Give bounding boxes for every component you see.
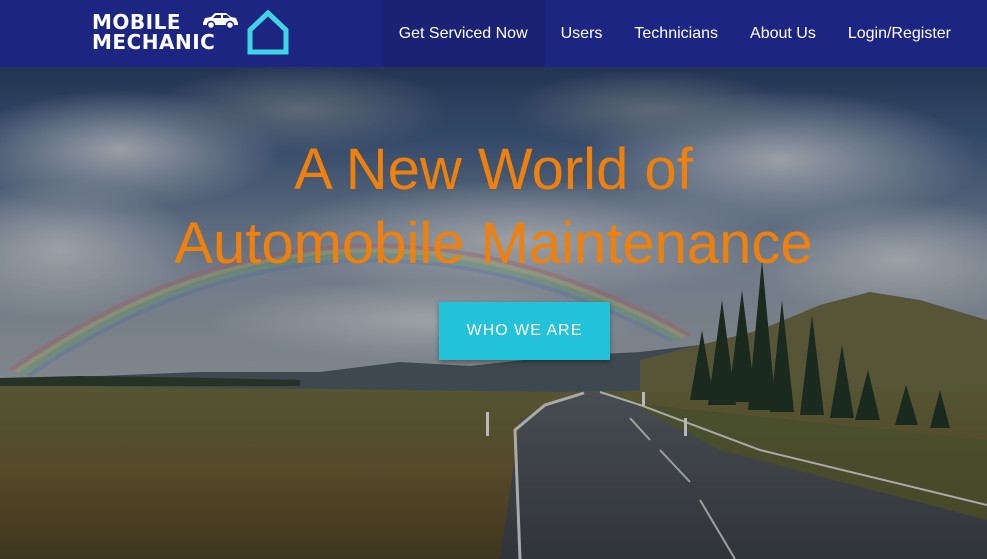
top-navbar: MOBILE MECHANIC Get Serviced Now Users T… [0,0,987,67]
car-icon [203,13,238,30]
hero-headline: A New World of Automobile Maintenance [0,133,987,281]
hero-headline-line2: Automobile Maintenance [174,211,813,276]
hero-headline-line1: A New World of [294,137,693,202]
nav-technicians[interactable]: Technicians [618,0,734,67]
brand-logo[interactable]: MOBILE MECHANIC [92,6,292,58]
brand-line1: MOBILE [92,10,181,34]
brand-wordmark: MOBILE MECHANIC [92,12,215,52]
brand-line2: MECHANIC [92,30,216,54]
nav-links: Get Serviced Now Users Technicians About… [381,0,967,67]
who-we-are-button[interactable]: WHO WE ARE [439,302,610,360]
house-icon [247,9,289,55]
nav-users[interactable]: Users [545,0,619,67]
nav-about-us[interactable]: About Us [734,0,832,67]
nav-get-serviced-now[interactable]: Get Serviced Now [381,0,545,67]
nav-login-register[interactable]: Login/Register [832,0,967,67]
